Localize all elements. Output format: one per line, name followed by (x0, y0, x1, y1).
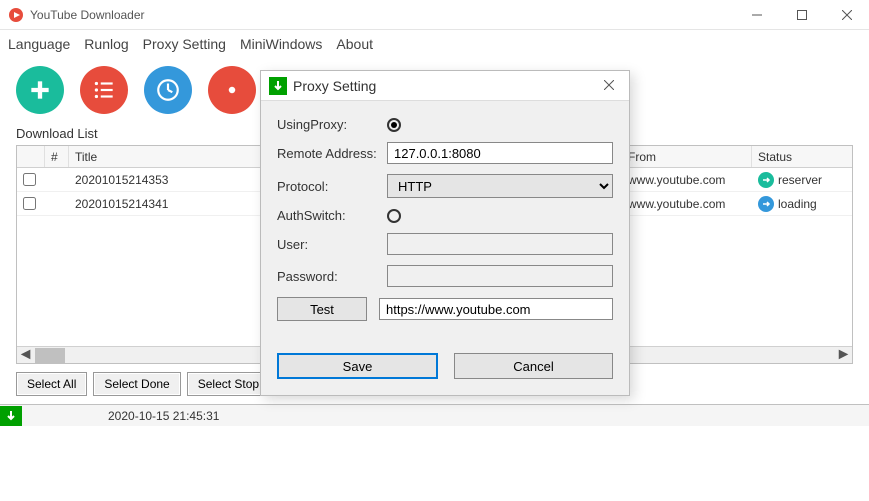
status-reserver-icon (758, 172, 774, 188)
password-input[interactable] (387, 265, 613, 287)
dialog-titlebar: Proxy Setting (261, 71, 629, 101)
statusbar: 2020-10-15 21:45:31 (0, 404, 869, 426)
menubar: Language Runlog Proxy Setting MiniWindow… (0, 30, 869, 58)
app-title: YouTube Downloader (30, 8, 734, 22)
remote-address-label: Remote Address: (277, 146, 387, 161)
row-from: www.youtube.com (622, 168, 752, 191)
test-url-input[interactable] (379, 298, 613, 320)
scroll-right-icon[interactable]: ► (835, 347, 852, 364)
proxy-setting-dialog: Proxy Setting UsingProxy: Remote Address… (260, 70, 630, 396)
row-status: reserver (752, 168, 852, 191)
col-num[interactable]: # (45, 146, 69, 167)
status-loading-icon (758, 196, 774, 212)
protocol-label: Protocol: (277, 179, 387, 194)
remote-address-input[interactable] (387, 142, 613, 164)
scroll-thumb[interactable] (35, 348, 65, 363)
row-status: loading (752, 192, 852, 215)
clock-button[interactable] (144, 66, 192, 114)
titlebar: YouTube Downloader (0, 0, 869, 30)
cancel-button[interactable]: Cancel (454, 353, 613, 379)
row-checkbox[interactable] (23, 173, 36, 186)
select-done-button[interactable]: Select Done (93, 372, 180, 396)
extra-button[interactable] (208, 66, 256, 114)
status-time: 2020-10-15 21:45:31 (28, 409, 219, 423)
dialog-close-button[interactable] (597, 77, 621, 95)
menu-runlog[interactable]: Runlog (84, 36, 128, 52)
minimize-button[interactable] (734, 0, 779, 30)
col-from[interactable]: From (622, 146, 752, 167)
user-input[interactable] (387, 233, 613, 255)
using-proxy-radio[interactable] (387, 118, 401, 132)
protocol-select[interactable]: HTTP (387, 174, 613, 198)
user-label: User: (277, 237, 387, 252)
auth-switch-label: AuthSwitch: (277, 208, 387, 223)
add-button[interactable] (16, 66, 64, 114)
select-all-button[interactable]: Select All (16, 372, 87, 396)
scroll-left-icon[interactable]: ◄ (17, 347, 34, 364)
window-controls (734, 0, 869, 30)
menu-language[interactable]: Language (8, 36, 70, 52)
menu-proxy-setting[interactable]: Proxy Setting (143, 36, 226, 52)
row-from: www.youtube.com (622, 192, 752, 215)
save-button[interactable]: Save (277, 353, 438, 379)
close-button[interactable] (824, 0, 869, 30)
row-checkbox[interactable] (23, 197, 36, 210)
download-indicator-icon[interactable] (0, 406, 22, 426)
app-icon (8, 7, 24, 23)
select-stop-button[interactable]: Select Stop (187, 372, 270, 396)
password-label: Password: (277, 269, 387, 284)
dialog-icon (269, 77, 287, 95)
maximize-button[interactable] (779, 0, 824, 30)
col-status[interactable]: Status (752, 146, 852, 167)
list-button[interactable] (80, 66, 128, 114)
dialog-title: Proxy Setting (293, 78, 597, 94)
test-button[interactable]: Test (277, 297, 367, 321)
using-proxy-label: UsingProxy: (277, 117, 387, 132)
menu-miniwindows[interactable]: MiniWindows (240, 36, 322, 52)
menu-about[interactable]: About (336, 36, 373, 52)
auth-switch-radio[interactable] (387, 209, 401, 223)
